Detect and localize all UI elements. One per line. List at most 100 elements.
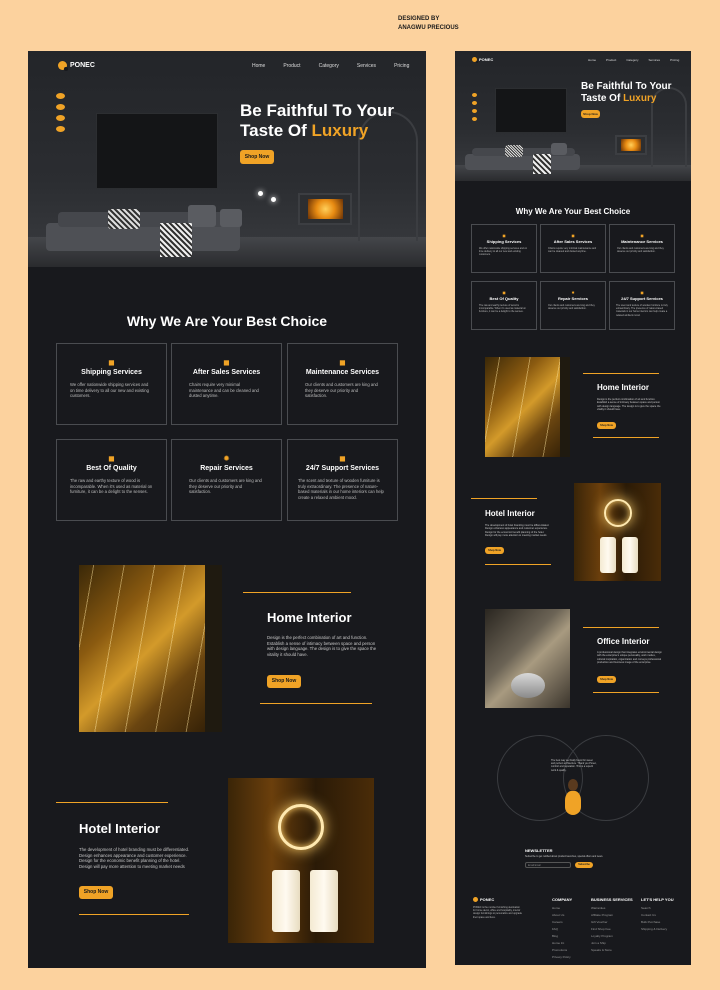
footer-link[interactable]: Promotions <box>552 948 572 952</box>
nav-home[interactable]: Home <box>588 58 596 62</box>
nav-category[interactable]: Category <box>626 58 638 62</box>
footer-link[interactable]: Affiliate Program <box>591 913 633 917</box>
hero-title-line-1: Be Faithful To Your <box>240 101 394 120</box>
hero-sofa <box>465 143 580 170</box>
support-icon: ◼ <box>339 454 346 463</box>
hotel-shop-button[interactable]: Shop Now <box>485 547 504 554</box>
basin <box>310 870 338 932</box>
divider <box>593 437 659 438</box>
twitter-icon[interactable] <box>56 115 65 121</box>
facebook-icon[interactable] <box>56 104 65 110</box>
newsletter-email-input[interactable]: Email Email <box>525 862 571 868</box>
divider <box>583 627 659 628</box>
footer-link[interactable]: Privacy Policy <box>552 955 572 959</box>
brand-name: PONEC <box>480 897 495 902</box>
divider <box>471 498 537 499</box>
footer-link[interactable]: Warranties <box>591 906 633 910</box>
home-interior-title: Home Interior <box>267 610 352 625</box>
footer-link[interactable]: Shipping & Delivery <box>641 927 674 931</box>
hero-title: Be Faithful To Your Taste Of Luxury <box>581 81 672 104</box>
footer-link[interactable]: Gift Voucher <box>591 920 633 924</box>
footer-link[interactable]: About Us <box>552 913 572 917</box>
footer-logo[interactable]: PONEC <box>473 897 495 903</box>
main-nav: Home Product Category Services Pricing <box>588 58 679 62</box>
home-shop-button[interactable]: Shop Now <box>597 422 616 429</box>
footer-link[interactable]: FAQ <box>552 927 572 931</box>
nav-product[interactable]: Product <box>606 58 616 62</box>
card-title: Repair Services <box>557 296 589 301</box>
footer-link[interactable]: Search <box>641 906 674 910</box>
footer-link[interactable]: Home <box>552 906 572 910</box>
divider <box>56 802 168 803</box>
footer-link[interactable]: Careers <box>552 920 572 924</box>
footer-link[interactable]: Loyalty Program <box>591 934 633 938</box>
service-icon: ◼ <box>223 358 230 367</box>
card-repair: ✹ Repair Services Our clients and custom… <box>171 439 282 521</box>
support-icon: ◼ <box>640 290 644 295</box>
nav-home[interactable]: Home <box>252 63 265 69</box>
hotel-interior-title: Hotel Interior <box>79 821 160 836</box>
instagram-icon[interactable] <box>56 93 65 99</box>
hero-title-prefix: Taste Of <box>581 92 621 104</box>
hero-blanket <box>160 223 192 257</box>
footer-link[interactable]: Home Int <box>552 941 572 945</box>
main-nav: Home Product Category Services Pricing <box>252 63 409 69</box>
divider <box>260 703 372 704</box>
hero-blanket <box>533 154 551 174</box>
home-interior-desc: Design is the perfect combination of art… <box>267 635 377 657</box>
truck-icon: ◼ <box>502 233 506 238</box>
card-desc: Our clients and customers are king and t… <box>617 247 664 254</box>
footer-link[interactable]: Find Shop Fee <box>591 927 633 931</box>
twitter-icon[interactable] <box>472 109 477 113</box>
linkedin-icon[interactable] <box>472 117 477 121</box>
hotel-interior-title: Hotel Interior <box>485 509 535 518</box>
card-after-sales: ◼ After Sales Services Chairs require ve… <box>540 224 606 273</box>
hero-fireplace <box>298 193 352 225</box>
linkedin-icon[interactable] <box>56 126 65 132</box>
footer-link[interactable]: Bulk Purchase <box>641 920 674 924</box>
hero-title-line-1: Be Faithful To Your <box>581 81 672 92</box>
home-shop-button[interactable]: Shop Now <box>267 675 301 688</box>
nav-pricing[interactable]: Pricing <box>394 63 409 69</box>
hotel-shop-button[interactable]: Shop Now <box>79 886 113 899</box>
card-repair: ✹ Repair Services Our clients and custom… <box>540 281 606 330</box>
newsletter-desc: Subscribe to get notified about product … <box>525 855 604 858</box>
facebook-icon[interactable] <box>472 101 477 105</box>
tools-icon: ◼ <box>339 358 346 367</box>
card-title: Best Of Quality <box>86 465 137 472</box>
credit-line-2: ANAGWU PRECIOUS <box>398 25 459 31</box>
hero-tv <box>495 88 567 133</box>
brand-logo[interactable]: PONEC <box>58 61 95 71</box>
footer-link[interactable]: Contact Us <box>641 913 674 917</box>
nav-category[interactable]: Category <box>319 63 339 69</box>
card-quality: ◼ Best Of Quality The raw and earthy tex… <box>56 439 167 521</box>
testimonial-quote: The best way we finally found for sweet … <box>551 759 597 772</box>
card-title: After Sales Services <box>553 239 593 244</box>
hero-shop-button[interactable]: Shop Now <box>581 110 600 118</box>
card-title: Shipping Services <box>486 239 522 244</box>
basin <box>272 870 300 932</box>
card-desc: The scent and texture of wooden furnitur… <box>298 478 384 500</box>
card-desc: The scent and texture of wooden furnitur… <box>616 304 668 317</box>
card-support: ◼ 24/7 Support Services The scent and te… <box>287 439 398 521</box>
nav-services[interactable]: Services <box>649 58 661 62</box>
gear-icon: ✹ <box>571 290 575 295</box>
hero-title: Be Faithful To Your Taste Of Luxury <box>240 101 394 140</box>
brand-name: PONEC <box>479 57 494 62</box>
home-interior-image <box>79 565 222 732</box>
footer-about: PONEC is the number furnishing destinati… <box>473 906 522 919</box>
card-quality: ◼ Best Of Quality The raw and earthy tex… <box>471 281 537 330</box>
brand-logo[interactable]: PONEC <box>472 57 494 63</box>
hero-shop-button[interactable]: Shop Now <box>240 150 274 164</box>
nav-pricing[interactable]: Pricing <box>670 58 679 62</box>
subscribe-button[interactable]: Subscribe <box>575 862 593 868</box>
footer-link[interactable]: Join a Ship <box>591 941 633 945</box>
nav-services[interactable]: Services <box>357 63 376 69</box>
office-shop-button[interactable]: Shop Now <box>597 676 616 683</box>
footer-col-help: LET'S HELP YOU Search Contact Us Bulk Pu… <box>641 897 674 934</box>
footer-link[interactable]: Speaks & Store <box>591 948 633 952</box>
footer-link[interactable]: Blog <box>552 934 572 938</box>
card-title: Maintenance Services <box>305 369 380 376</box>
nav-product[interactable]: Product <box>283 63 300 69</box>
instagram-icon[interactable] <box>472 93 477 97</box>
